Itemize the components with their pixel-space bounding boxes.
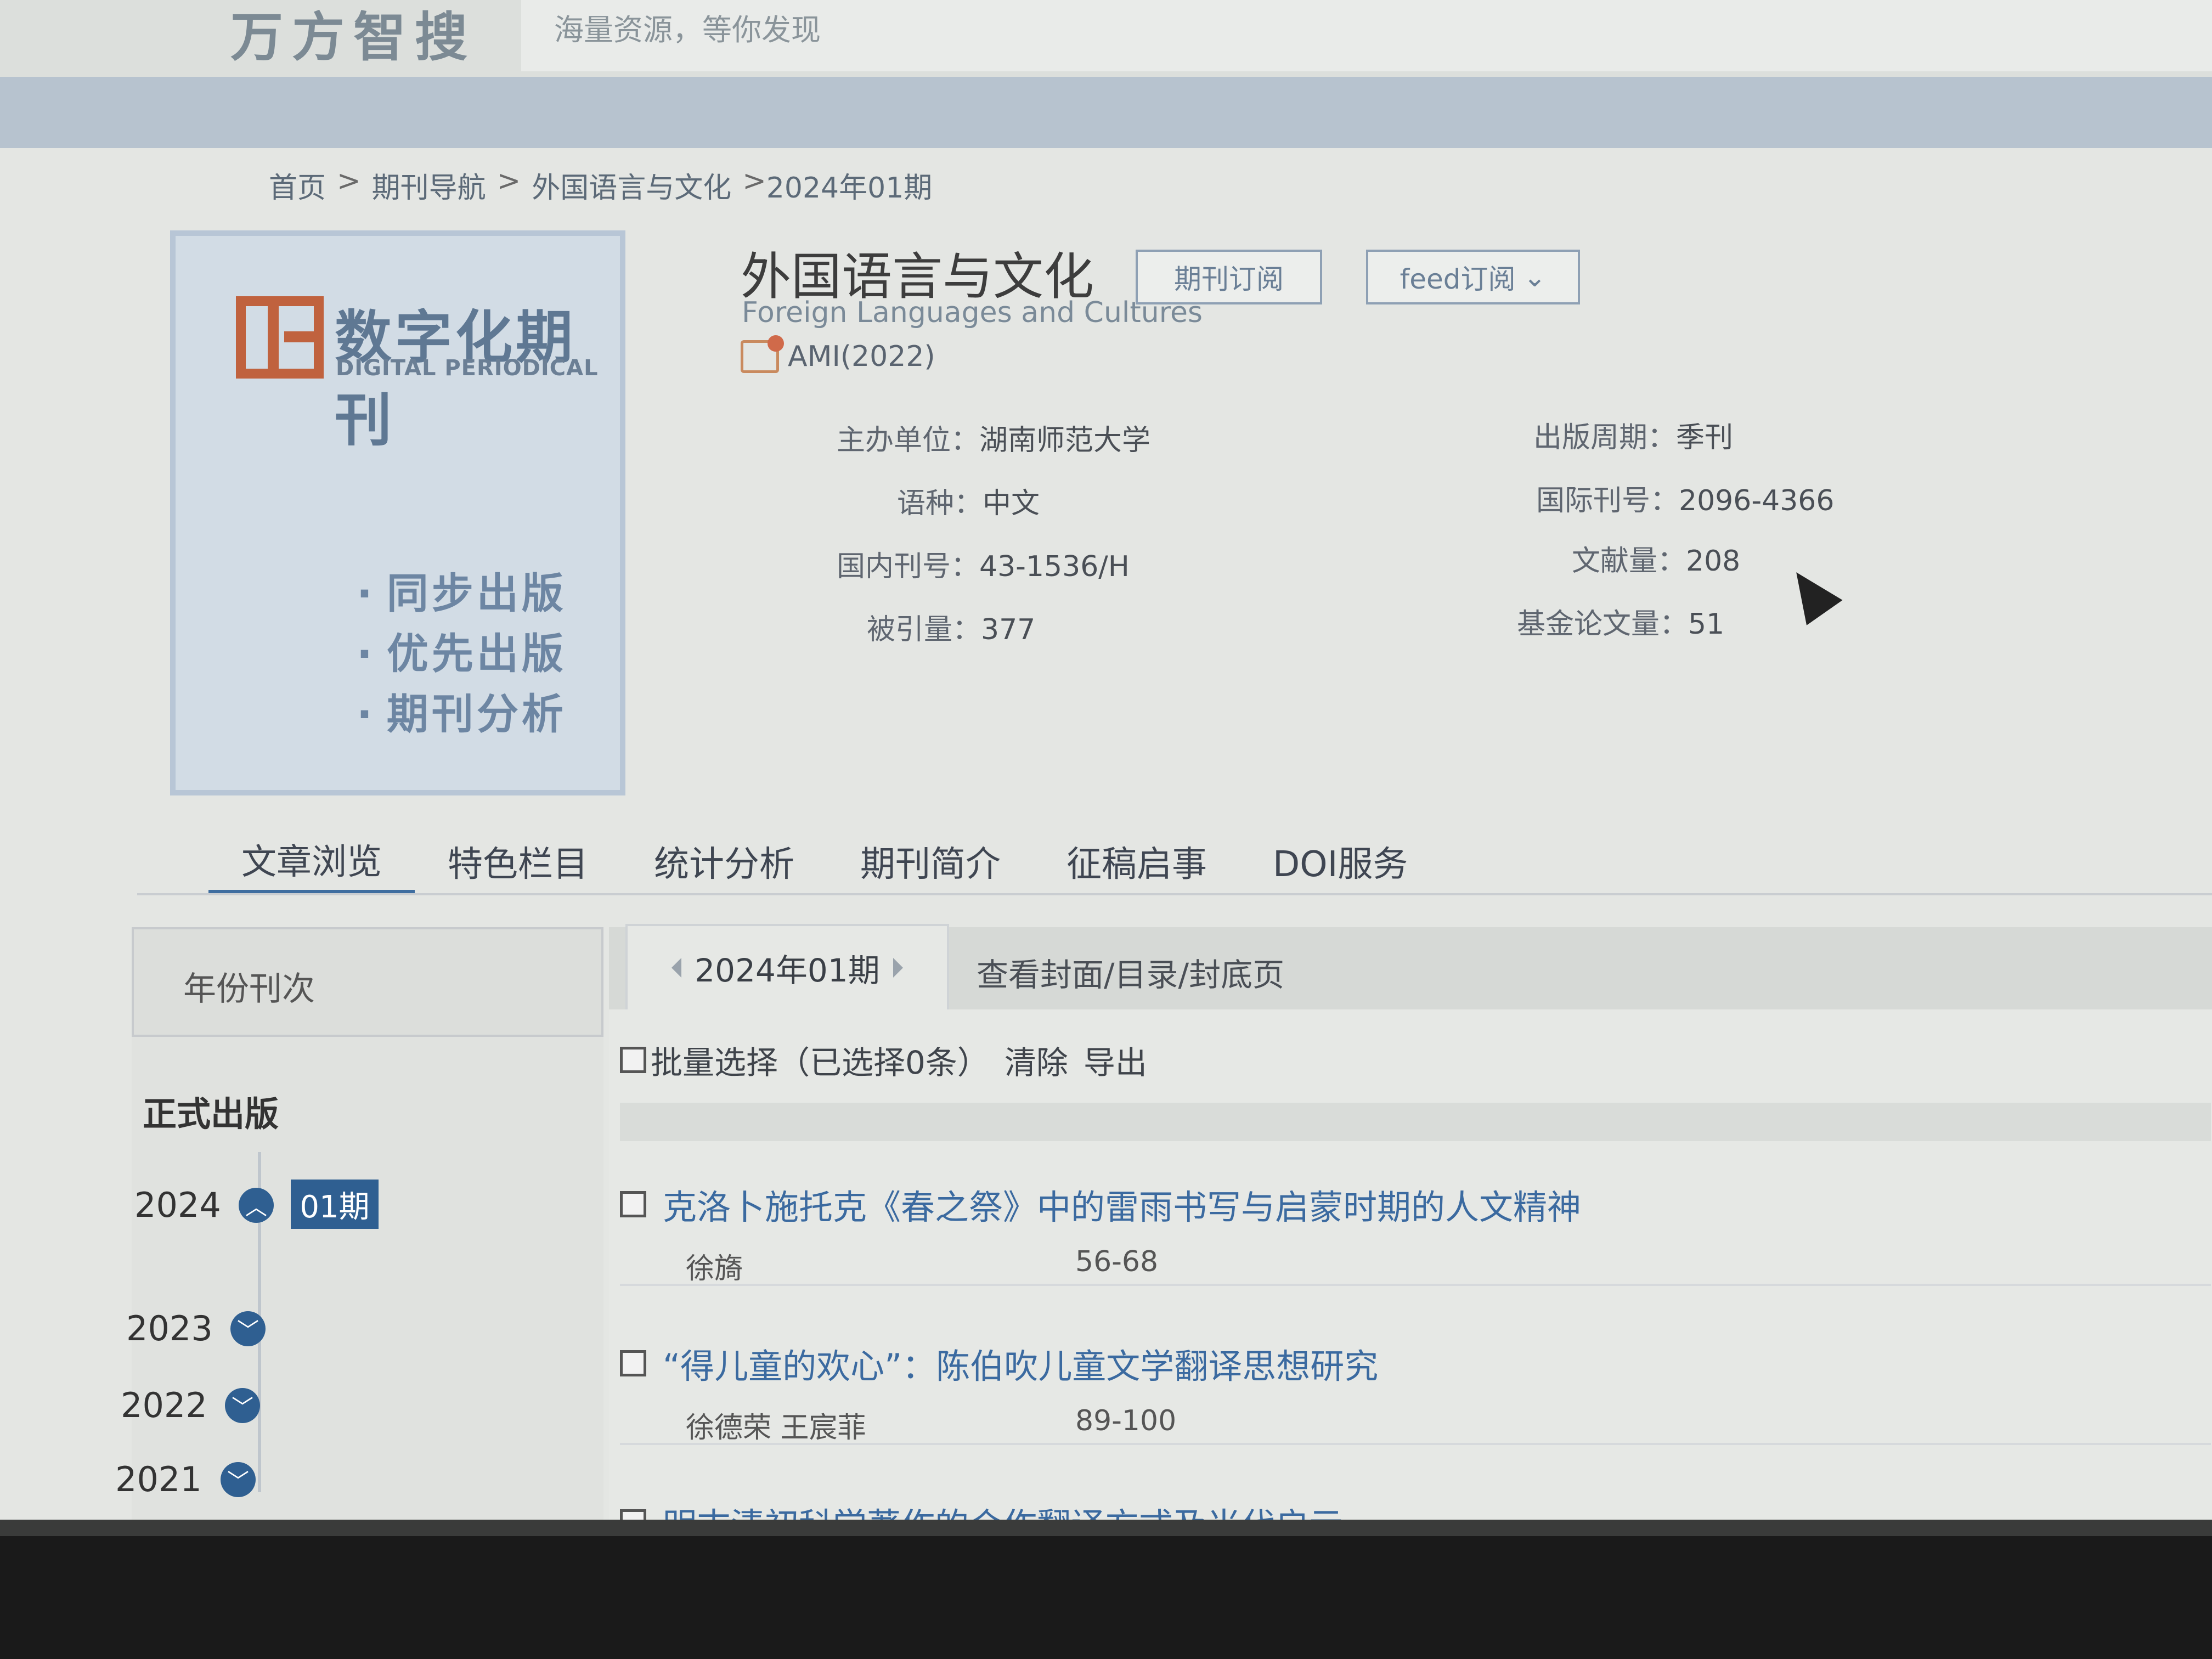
article-list-panel: 2024年01期 查看封面/目录/封底页 批量选择（已选择0条） 清除 导出 克… <box>609 924 2212 1545</box>
list-divider <box>620 1443 2211 1445</box>
article-authors[interactable]: 徐德荣 王宸菲 <box>686 1404 866 1446</box>
breadcrumb-home[interactable]: 首页 <box>269 165 326 206</box>
official-publication-label: 正式出版 <box>143 1094 279 1134</box>
info-host: 主办单位：湖南师范大学 <box>837 424 1151 457</box>
year-2023[interactable]: 2023 <box>126 1308 213 1348</box>
info-funded-papers: 基金论文量：51 <box>1517 608 1725 641</box>
list-divider <box>620 1284 2211 1286</box>
article-checkbox[interactable] <box>620 1191 646 1217</box>
year-issue-panel: 年份刊次 正式出版 <box>132 927 603 1531</box>
tab-divider <box>137 893 2212 895</box>
feed-subscribe-button[interactable]: feed订阅 ⌄ <box>1366 250 1580 304</box>
article-pages: 56-68 <box>1075 1245 1159 1278</box>
info-cn-number: 国内刊号：43-1536/H <box>837 550 1130 583</box>
tab-journal-intro[interactable]: 期刊简介 <box>827 828 1034 894</box>
batch-select-bar: 批量选择（已选择0条） 清除 导出 <box>620 1037 1147 1083</box>
cover-subtitle: DIGITAL PERIODICAL <box>336 356 599 381</box>
tab-doi-service[interactable]: DOI服务 <box>1240 828 1441 894</box>
breadcrumb-separator: > <box>496 165 521 198</box>
ami-rating[interactable]: AMI(2022) <box>741 335 935 373</box>
chevron-down-icon[interactable]: ﹀ <box>225 1388 260 1423</box>
export-button[interactable]: 导出 <box>1084 1037 1147 1083</box>
info-frequency: 出版周期：季刊 <box>1533 421 1734 454</box>
cover-feature: · 期刊分析 <box>357 690 567 738</box>
top-header: 万方智搜 海量资源，等你发现 <box>0 0 2212 77</box>
chevron-down-icon[interactable]: ﹀ <box>221 1462 256 1497</box>
collapse-up-icon[interactable]: ︿ <box>239 1188 274 1223</box>
prev-issue-icon[interactable] <box>672 958 682 978</box>
slogan-text: 海量资源，等你发现 <box>554 13 821 47</box>
article-checkbox[interactable] <box>620 1350 646 1376</box>
chevron-down-icon: ⌄ <box>1523 261 1547 293</box>
digital-periodical-logo-icon <box>236 296 324 379</box>
breadcrumb-journal[interactable]: 外国语言与文化 <box>532 165 731 206</box>
clear-button[interactable]: 清除 <box>1005 1037 1068 1083</box>
tab-article-browse[interactable]: 文章浏览 <box>208 828 415 894</box>
breadcrumb-separator: > <box>742 165 766 198</box>
article-pages: 89-100 <box>1075 1404 1177 1437</box>
nav-bar <box>0 77 2212 148</box>
article-title[interactable]: 克洛卜施托克《春之祭》中的雷雨书写与启蒙时期的人文精神 <box>663 1180 1581 1229</box>
journal-english-title: Foreign Languages and Cultures <box>742 296 1203 329</box>
breadcrumb-separator: > <box>337 165 361 198</box>
cover-feature: · 优先出版 <box>357 629 567 678</box>
year-2021[interactable]: 2021 <box>115 1459 202 1499</box>
tab-featured-columns[interactable]: 特色栏目 <box>415 828 621 894</box>
chevron-down-icon[interactable]: ﹀ <box>230 1311 266 1346</box>
article-authors[interactable]: 徐旖 <box>686 1245 743 1286</box>
year-issue-heading: 年份刊次 <box>132 927 603 1037</box>
list-header-strip <box>620 1103 2211 1141</box>
tab-call-for-papers[interactable]: 征稿启事 <box>1034 828 1240 894</box>
breadcrumb-issue: 2024年01期 <box>766 172 933 205</box>
next-issue-icon[interactable] <box>893 958 903 978</box>
info-citations: 被引量：377 <box>867 613 1036 646</box>
info-issn: 国际刊号：2096-4366 <box>1536 484 1835 517</box>
issue-01-badge[interactable]: 01期 <box>291 1180 379 1229</box>
batch-select-label: 批量选择（已选择0条） <box>651 1044 989 1081</box>
tab-statistics[interactable]: 统计分析 <box>621 828 827 894</box>
year-2024[interactable]: 2024 <box>134 1185 221 1225</box>
ami-badge-icon <box>741 335 784 373</box>
list-item: 克洛卜施托克《春之祭》中的雷雨书写与启蒙时期的人文精神 徐旖 56-68 <box>620 1180 2200 1286</box>
tab-bar: 文章浏览 特色栏目 统计分析 期刊简介 征稿启事 DOI服务 <box>208 828 1441 894</box>
breadcrumb-journal-nav[interactable]: 期刊导航 <box>372 165 486 206</box>
info-documents: 文献量：208 <box>1572 545 1741 578</box>
slogan-bar: 海量资源，等你发现 <box>521 0 2212 71</box>
monitor-bezel <box>0 1536 2212 1659</box>
article-title[interactable]: “得儿童的欢心”：陈伯吹儿童文学翻译思想研究 <box>663 1339 1378 1388</box>
list-item: “得儿童的欢心”：陈伯吹儿童文学翻译思想研究 徐德荣 王宸菲 89-100 <box>620 1339 2200 1446</box>
subscribe-button[interactable]: 期刊订阅 <box>1136 250 1322 304</box>
breadcrumb: 首页 > 期刊导航 > 外国语言与文化 > 2024年01期 <box>269 165 932 206</box>
view-cover-link[interactable]: 查看封面/目录/封底页 <box>977 949 1284 995</box>
year-2022[interactable]: 2022 <box>121 1385 207 1425</box>
journal-cover: 数字化期刊 DIGITAL PERIODICAL · 同步出版 · 优先出版 · 期刊… <box>170 230 625 795</box>
cover-feature: · 同步出版 <box>357 569 567 618</box>
brand-logo[interactable]: 万方智搜 <box>230 0 476 71</box>
issue-selector[interactable]: 2024年01期 <box>625 924 949 1009</box>
info-language: 语种：中文 <box>897 487 1040 520</box>
issue-header: 2024年01期 查看封面/目录/封底页 <box>609 924 2212 1009</box>
batch-select-checkbox[interactable] <box>620 1047 646 1073</box>
